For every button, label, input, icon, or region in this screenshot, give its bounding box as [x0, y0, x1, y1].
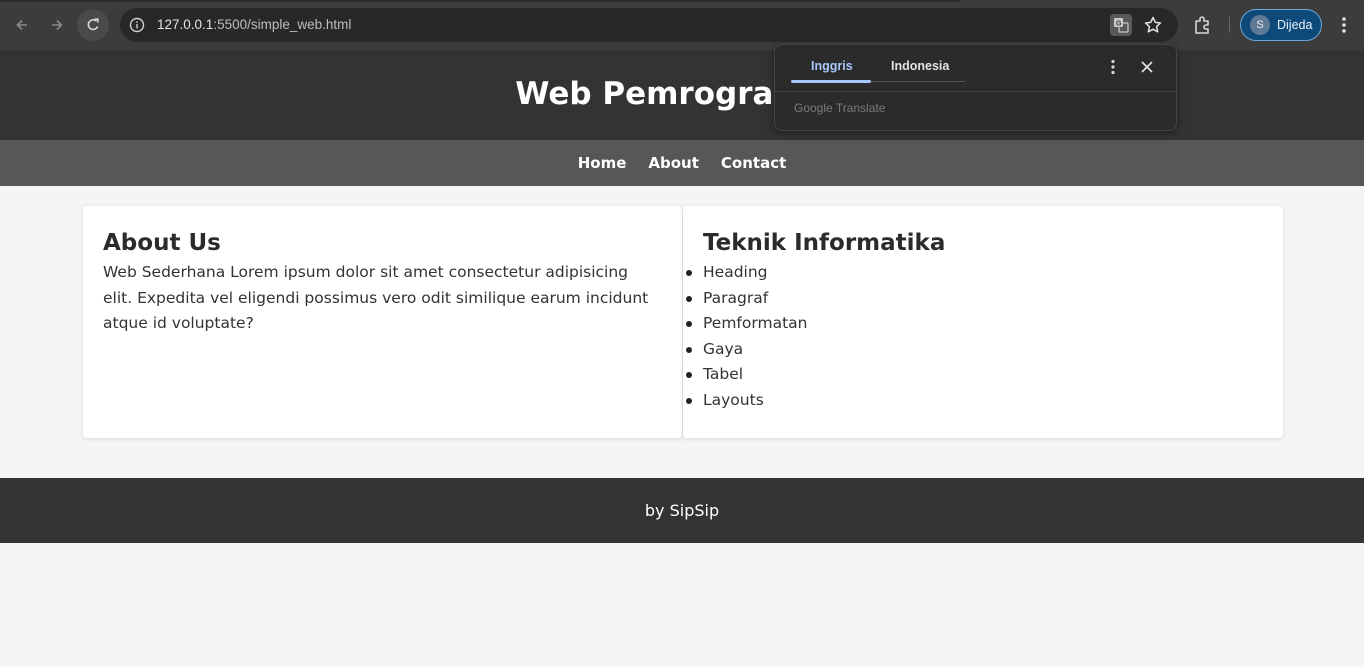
close-icon[interactable] — [1138, 58, 1156, 76]
main-nav: Home About Contact — [0, 140, 1364, 186]
site-info-icon[interactable] — [128, 16, 146, 34]
translate-button[interactable]: G — [1110, 14, 1132, 36]
ti-list: Heading Paragraf Pemformatan Gaya Tabel … — [686, 260, 1263, 414]
tab-target-language[interactable]: Indonesia — [891, 59, 949, 73]
brand-google: Google — [794, 101, 833, 115]
active-tab-indicator — [791, 80, 871, 83]
list-item: Layouts — [686, 388, 1263, 414]
list-item: Pemformatan — [686, 311, 1263, 337]
list-item: Heading — [686, 260, 1263, 286]
profile-button[interactable]: S Dijeda — [1240, 9, 1322, 41]
footer-text: by SipSip — [644, 501, 720, 520]
popup-divider — [775, 91, 1176, 92]
reload-button[interactable] — [77, 9, 109, 41]
translate-options-icon[interactable] — [1105, 58, 1121, 76]
google-translate-brand: Google Translate — [794, 101, 885, 115]
brand-translate: Translate — [835, 101, 886, 115]
about-card: About Us Web Sederhana Lorem ipsum dolor… — [83, 206, 682, 438]
tab-strip-edge — [0, 0, 960, 2]
url-path: :5500/simple_web.html — [213, 17, 352, 32]
translate-icon: G — [1114, 18, 1129, 33]
reload-icon — [87, 18, 99, 31]
url-text[interactable]: 127.0.0.1:5500/simple_web.html — [157, 17, 351, 32]
translate-popup: Inggris Indonesia Google Translate — [774, 44, 1177, 131]
tab-source-language[interactable]: Inggris — [811, 59, 853, 73]
about-heading: About Us — [103, 230, 221, 256]
tab-baseline — [871, 81, 965, 82]
browser-toolbar: 127.0.0.1:5500/simple_web.html G S Dijed… — [0, 0, 1364, 50]
svg-text:G: G — [1116, 21, 1122, 28]
forward-icon — [52, 19, 63, 31]
toolbar-separator — [1229, 17, 1230, 33]
forward-button[interactable] — [41, 9, 73, 41]
more-menu-icon[interactable] — [1334, 14, 1354, 36]
avatar: S — [1250, 15, 1270, 35]
about-text: Web Sederhana Lorem ipsum dolor sit amet… — [103, 263, 649, 332]
list-item: Paragraf — [686, 286, 1263, 312]
nav-link-about[interactable]: About — [648, 154, 699, 172]
url-host: 127.0.0.1 — [157, 17, 214, 32]
profile-name: Dijeda — [1277, 18, 1313, 32]
nav-link-home[interactable]: Home — [578, 154, 627, 172]
site-footer: by SipSip — [0, 478, 1364, 543]
list-item: Tabel — [686, 362, 1263, 388]
ti-heading: Teknik Informatika — [703, 230, 946, 256]
back-icon — [16, 19, 27, 31]
list-item: Gaya — [686, 337, 1263, 363]
nav-link-contact[interactable]: Contact — [721, 154, 786, 172]
star-icon[interactable] — [1143, 15, 1163, 35]
ti-card: Teknik Informatika Heading Paragraf Pemf… — [683, 206, 1283, 438]
back-button[interactable] — [6, 9, 38, 41]
address-bar[interactable]: 127.0.0.1:5500/simple_web.html G — [120, 8, 1178, 42]
extensions-icon[interactable] — [1192, 14, 1214, 36]
